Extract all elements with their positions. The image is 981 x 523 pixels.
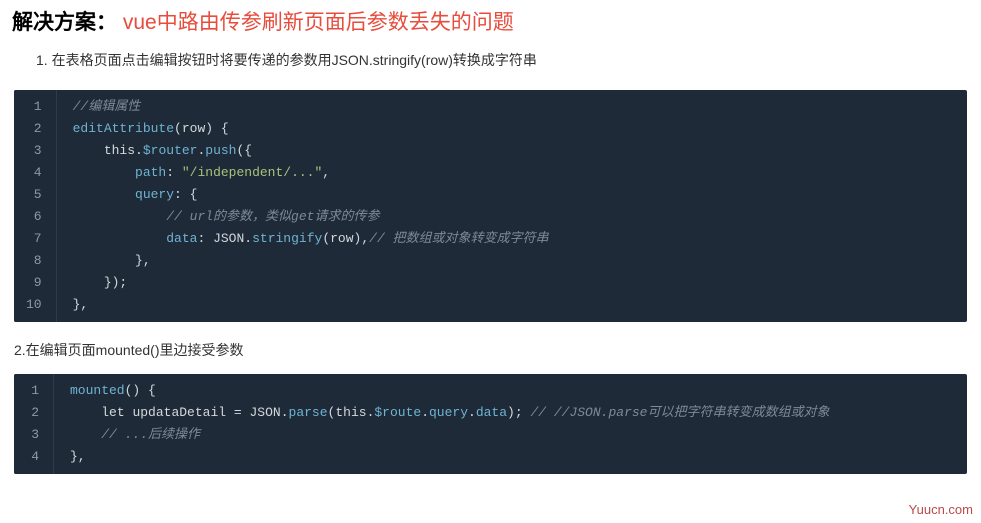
code-json: JSON xyxy=(249,405,280,420)
code-func: editAttribute xyxy=(73,121,174,136)
line-number: 9 xyxy=(22,272,46,294)
line-number: 2 xyxy=(22,402,43,424)
line-number: 6 xyxy=(22,206,46,228)
line-number: 1 xyxy=(22,380,43,402)
code-comment: //编辑属性 xyxy=(73,99,141,114)
code-router: $router xyxy=(143,143,198,158)
code-key: path xyxy=(135,165,166,180)
line-number: 4 xyxy=(22,446,43,468)
code-block-1: 1 2 3 4 5 6 7 8 9 10 //编辑属性 editAttribut… xyxy=(14,90,967,322)
heading-title: vue中路由传参刷新页面后参数丢失的问题 xyxy=(123,11,514,34)
watermark: Yuucn.com xyxy=(909,502,973,517)
code-query: query xyxy=(429,405,468,420)
step-2-text: 2.在编辑页面mounted()里边接受参数 xyxy=(0,322,981,374)
line-number: 5 xyxy=(22,184,46,206)
line-number: 3 xyxy=(22,424,43,446)
code-block-2: 1 2 3 4 mounted() { let updataDetail = J… xyxy=(14,374,967,474)
line-number: 4 xyxy=(22,162,46,184)
code-comment: // url的参数，类似get请求的传参 xyxy=(166,209,379,224)
line-number: 10 xyxy=(22,294,46,316)
code-comment: // 把数组或对象转变成字符串 xyxy=(369,231,548,246)
code-gutter: 1 2 3 4 5 6 7 8 9 10 xyxy=(14,90,57,322)
code-route: $route xyxy=(374,405,421,420)
code-var: updataDetail xyxy=(132,405,226,420)
line-number: 2 xyxy=(22,118,46,140)
code-key: query xyxy=(135,187,174,202)
code-let: let xyxy=(101,405,124,420)
code-json: JSON xyxy=(213,231,244,246)
code-func: mounted xyxy=(70,383,125,398)
code-data: data xyxy=(476,405,507,420)
line-number: 1 xyxy=(22,96,46,118)
step-1-text: 1. 在表格页面点击编辑按钮时将要传递的参数用JSON.stringify(ro… xyxy=(0,36,981,70)
code-stringify: stringify xyxy=(252,231,322,246)
code-arg: row xyxy=(330,231,353,246)
code-comment: // //JSON.parse可以把字符串转变成数组或对象 xyxy=(530,405,829,420)
code-key: data xyxy=(166,231,197,246)
code-parse: parse xyxy=(289,405,328,420)
line-number: 7 xyxy=(22,228,46,250)
code-comment: // ...后续操作 xyxy=(101,427,200,442)
code-this: this xyxy=(335,405,366,420)
code-string: "/independent/..." xyxy=(182,165,322,180)
code-param: row xyxy=(182,121,205,136)
code-push: push xyxy=(205,143,236,158)
code-content: mounted() { let updataDetail = JSON.pars… xyxy=(54,374,967,474)
code-content: //编辑属性 editAttribute(row) { this.$router… xyxy=(57,90,967,322)
code-gutter: 1 2 3 4 xyxy=(14,374,54,474)
section-heading: 解决方案： vue中路由传参刷新页面后参数丢失的问题 xyxy=(0,0,981,36)
heading-prefix: 解决方案： xyxy=(12,11,117,34)
line-number: 3 xyxy=(22,140,46,162)
code-this: this xyxy=(104,143,135,158)
line-number: 8 xyxy=(22,250,46,272)
